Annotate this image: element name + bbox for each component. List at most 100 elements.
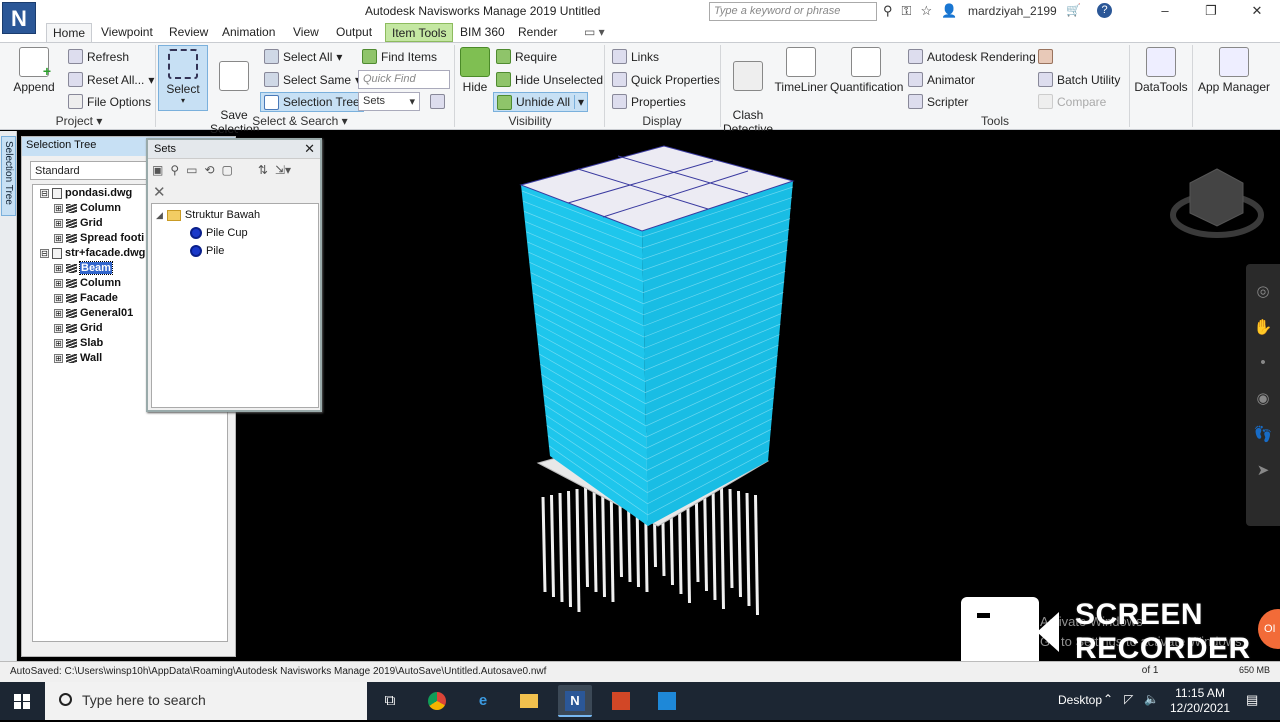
- select-button[interactable]: Select ▾: [158, 45, 208, 111]
- notification-icon[interactable]: ▤: [1246, 692, 1258, 708]
- expand-icon[interactable]: ⊞: [54, 218, 63, 228]
- chrome-icon[interactable]: [420, 685, 454, 717]
- quick-find-input[interactable]: Quick Find: [358, 70, 450, 89]
- tab-bim360[interactable]: BIM 360: [454, 23, 511, 42]
- tab-animation[interactable]: Animation: [216, 23, 281, 42]
- import-export-icon[interactable]: ⇲▾: [275, 163, 291, 179]
- timeliner-button[interactable]: TimeLiner: [774, 47, 828, 94]
- zoom-icon[interactable]: •: [1246, 354, 1280, 371]
- orbit-icon[interactable]: ◉: [1246, 389, 1280, 407]
- help-icon[interactable]: ?: [1097, 3, 1112, 18]
- clash-detective-button[interactable]: Clash Detective: [722, 47, 774, 136]
- expand-icon[interactable]: ⊞: [54, 308, 63, 318]
- tree-node-layer[interactable]: ⊞ Spread footi: [54, 232, 144, 244]
- selection-set-item[interactable]: Pile Cup: [190, 227, 248, 239]
- collapse-icon[interactable]: ⊟: [40, 188, 49, 198]
- app-menu-button[interactable]: N: [2, 2, 36, 34]
- find-items-button[interactable]: Find Items: [362, 49, 437, 64]
- autodesk-rendering-button[interactable]: Autodesk Rendering: [908, 49, 1036, 64]
- steeringwheel-icon[interactable]: ◎: [1246, 282, 1280, 300]
- collapse-icon[interactable]: ⊟: [40, 248, 49, 258]
- expand-icon[interactable]: ⊞: [54, 323, 63, 333]
- tab-output[interactable]: Output: [330, 23, 378, 42]
- tree-node-layer[interactable]: ⊞ General01: [54, 307, 133, 319]
- sets-folder[interactable]: ◢ Struktur Bawah: [156, 209, 260, 221]
- collapse-arrow-icon[interactable]: ◢: [156, 210, 163, 221]
- help-search-input[interactable]: Type a keyword or phrase: [709, 2, 877, 21]
- unhide-all-button[interactable]: Unhide All ▾: [493, 92, 589, 112]
- expand-icon[interactable]: ⊞: [54, 338, 63, 348]
- tree-node-layer[interactable]: ⊞ Grid: [54, 217, 103, 229]
- group-select-search-label[interactable]: Select & Search ▾: [240, 114, 360, 128]
- tree-node-layer[interactable]: ⊞ Column: [54, 202, 121, 214]
- quantification-button[interactable]: Quantification: [830, 47, 903, 94]
- speaker-icon[interactable]: 🔈: [1144, 692, 1159, 706]
- start-button[interactable]: [0, 682, 44, 720]
- edge-icon[interactable]: e: [466, 685, 500, 717]
- append-button[interactable]: + Append: [12, 47, 56, 94]
- select-same-button[interactable]: Select Same▾: [264, 72, 361, 87]
- video-editor-icon[interactable]: [650, 685, 684, 717]
- close-button[interactable]: ✕: [1234, 0, 1280, 23]
- expand-icon[interactable]: ⊞: [54, 353, 63, 363]
- tab-viewpoint[interactable]: Viewpoint: [95, 23, 159, 42]
- save-selection-icon[interactable]: ▣: [152, 163, 163, 179]
- user-icon[interactable]: 👤: [941, 3, 957, 19]
- tab-render[interactable]: Render: [512, 23, 563, 42]
- tab-item-tools[interactable]: Item Tools: [385, 23, 454, 42]
- expand-icon[interactable]: ⊞: [54, 233, 63, 243]
- file-options-button[interactable]: File Options: [68, 94, 151, 109]
- delete-icon[interactable]: ✕: [153, 183, 166, 201]
- tab-options-icon[interactable]: ▭ ▾: [578, 23, 611, 42]
- sort-icon[interactable]: ⇅: [258, 163, 268, 179]
- tree-mode-dropdown[interactable]: Standard: [30, 161, 148, 180]
- tree-node-layer[interactable]: ⊞ Slab: [54, 337, 103, 349]
- file-explorer-icon[interactable]: [512, 685, 546, 717]
- binoculars-icon[interactable]: ⚲: [883, 3, 893, 19]
- hide-button[interactable]: Hide: [458, 47, 492, 94]
- datatools-button[interactable]: DataTools: [1134, 47, 1188, 94]
- app-manager-button[interactable]: App Manager: [1196, 47, 1272, 94]
- taskbar-search[interactable]: Type here to search: [45, 682, 367, 720]
- tree-node-file[interactable]: ⊟ pondasi.dwg: [40, 187, 132, 199]
- task-view-icon[interactable]: ⧉: [373, 685, 407, 717]
- tree-node-layer[interactable]: ⊞ Wall: [54, 352, 102, 364]
- building-model[interactable]: [238, 131, 1280, 661]
- duplicate-icon[interactable]: ⟲: [204, 163, 214, 179]
- pan-icon[interactable]: ✋: [1246, 318, 1280, 336]
- batch-utility-button[interactable]: Batch Utility: [1038, 72, 1120, 87]
- clock[interactable]: 11:15 AM 12/20/2021: [1170, 686, 1230, 716]
- scripter-button[interactable]: Scripter: [908, 94, 968, 109]
- expand-icon[interactable]: ⊞: [54, 278, 63, 288]
- quick-properties-button[interactable]: Quick Properties: [612, 72, 720, 87]
- sets-dropdown[interactable]: Sets ▾: [358, 92, 420, 111]
- add-comment-icon[interactable]: ▢: [222, 163, 233, 179]
- selection-set-item[interactable]: Pile: [190, 245, 224, 257]
- group-project-label[interactable]: Project ▾: [20, 114, 138, 128]
- tree-node-layer[interactable]: ⊞ Column: [54, 277, 121, 289]
- new-folder-icon[interactable]: ▭: [186, 163, 197, 179]
- select-cursor-icon[interactable]: ➤: [1246, 461, 1280, 479]
- require-button[interactable]: Require: [496, 49, 557, 64]
- viewcube-icon[interactable]: [1189, 168, 1244, 227]
- look-icon[interactable]: 👣: [1246, 425, 1280, 443]
- select-all-button[interactable]: Select All ▾: [264, 49, 342, 64]
- refresh-button[interactable]: Refresh: [68, 49, 129, 64]
- user-name[interactable]: mardziyah_2199: [968, 4, 1057, 18]
- tree-node-layer[interactable]: ⊞ Grid: [54, 322, 103, 334]
- animator-button[interactable]: Animator: [908, 72, 975, 87]
- chevron-up-icon[interactable]: ⌃: [1103, 692, 1113, 706]
- navisworks-taskbar-icon[interactable]: N: [558, 685, 592, 717]
- selection-tree-dock-tab[interactable]: Selection Tree: [1, 136, 16, 216]
- tree-node-layer[interactable]: ⊞ Facade: [54, 292, 118, 304]
- close-icon[interactable]: ✕: [304, 141, 315, 157]
- compare-button[interactable]: Compare: [1038, 94, 1106, 109]
- expand-icon[interactable]: ⊞: [54, 203, 63, 213]
- minimize-button[interactable]: –: [1142, 0, 1188, 23]
- links-button[interactable]: Links: [612, 49, 659, 64]
- hide-unselected-button[interactable]: Hide Unselected: [496, 72, 603, 87]
- properties-button[interactable]: Properties: [612, 94, 686, 109]
- maximize-button[interactable]: ❐: [1188, 0, 1234, 23]
- expand-icon[interactable]: ⊞: [54, 263, 63, 273]
- tab-home[interactable]: Home: [46, 23, 93, 42]
